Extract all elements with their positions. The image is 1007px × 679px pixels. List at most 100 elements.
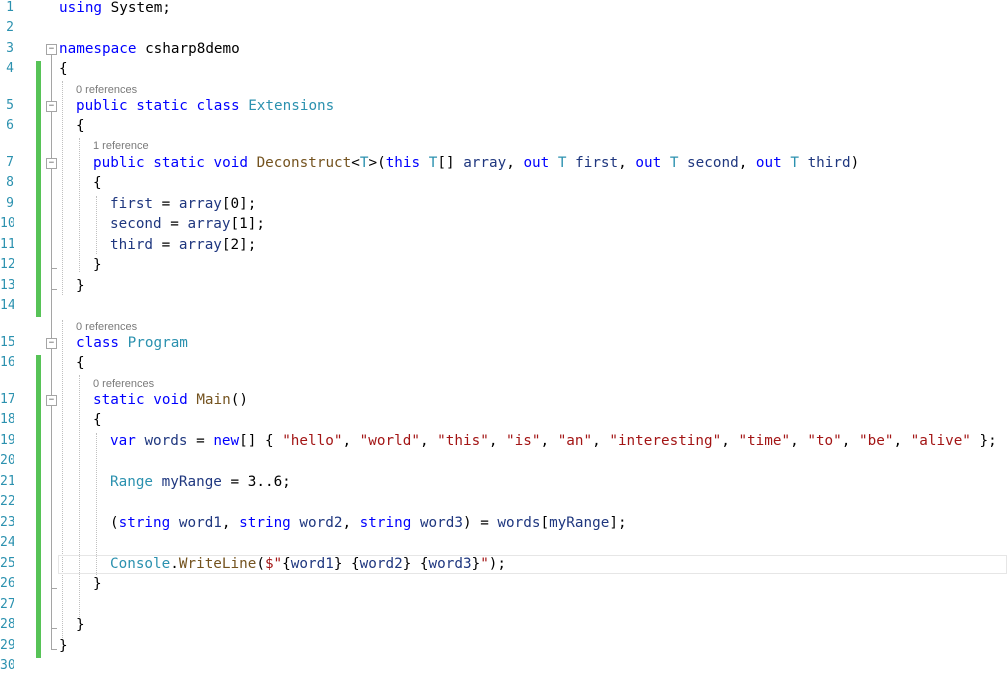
collapse-icon[interactable]: −: [46, 338, 57, 349]
code-editor[interactable]: 1 2 3 4 5 6 7 8 9 10 11 12 13 14 15 16 1…: [0, 0, 1007, 679]
string-literal: $": [264, 556, 283, 572]
code-line[interactable]: first = array[0];: [110, 194, 256, 214]
line-number: 6: [6, 118, 14, 133]
code-text: } {: [333, 556, 360, 572]
code-text: [] {: [239, 433, 283, 449]
line-number: 23: [0, 515, 14, 530]
brace: {: [93, 412, 102, 428]
code-line[interactable]: }: [59, 636, 68, 656]
collapse-icon[interactable]: −: [46, 101, 57, 112]
code-line[interactable]: {: [76, 353, 85, 373]
code-line[interactable]: third = array[2];: [110, 235, 256, 255]
code-line[interactable]: static void Main(): [93, 390, 248, 410]
indent-guide: [62, 320, 63, 640]
code-text: {: [282, 556, 291, 572]
code-lens-references[interactable]: 0 references: [76, 83, 137, 97]
code-text: ,: [592, 433, 610, 449]
line-number: 19: [0, 433, 14, 448]
change-indicator-bar: [36, 355, 41, 658]
line-number: 20: [0, 453, 14, 468]
parameter: array: [463, 155, 507, 171]
code-text: (): [230, 392, 248, 408]
parameter: third: [110, 237, 154, 253]
variable: myRange: [549, 515, 610, 531]
brace: {: [59, 61, 68, 77]
type-name: Console: [110, 556, 171, 572]
keyword: static: [136, 98, 188, 114]
line-number: 10: [0, 216, 14, 231]
change-indicator-bar: [36, 61, 41, 317]
line-number: 12: [0, 257, 14, 272]
code-lens-references[interactable]: 0 references: [93, 377, 154, 391]
code-text: System;: [102, 0, 171, 16]
code-text: (: [110, 515, 119, 531]
variable: word3: [428, 556, 472, 572]
code-line[interactable]: }: [93, 255, 102, 275]
code-text: ,: [221, 515, 240, 531]
code-line[interactable]: namespace csharp8demo: [59, 39, 240, 59]
code-line[interactable]: }: [76, 276, 85, 296]
code-line[interactable]: {: [93, 173, 102, 193]
line-number: 1: [6, 0, 14, 15]
line-number: 11: [0, 237, 14, 252]
code-line[interactable]: public static void Deconstruct< T >(this T…: [93, 153, 859, 173]
code-line[interactable]: second = array[1];: [110, 214, 265, 234]
code-text: = 3..6;: [221, 474, 291, 490]
code-line[interactable]: }: [76, 615, 85, 635]
string-literal: "interesting": [609, 433, 722, 449]
code-text: ) =: [462, 515, 498, 531]
code-line[interactable]: {: [76, 116, 85, 136]
method-name: Deconstruct: [256, 155, 352, 171]
code-line[interactable]: using System;: [59, 0, 171, 18]
type-name: T: [557, 155, 567, 171]
code-lens-references[interactable]: 0 references: [76, 320, 137, 334]
keyword: class: [76, 335, 120, 351]
keyword: static: [153, 155, 205, 171]
variable: word1: [178, 515, 222, 531]
brace: {: [76, 118, 85, 134]
collapse-icon[interactable]: −: [46, 44, 57, 55]
collapse-icon[interactable]: −: [46, 158, 57, 169]
line-number: 17: [0, 392, 14, 407]
keyword: void: [153, 392, 188, 408]
line-number: 5: [6, 98, 14, 113]
brace: }: [76, 617, 85, 633]
code-text: <: [351, 155, 360, 171]
code-line[interactable]: {: [59, 59, 68, 79]
method-name: Main: [196, 392, 231, 408]
parameter: second: [687, 155, 739, 171]
parameter: array: [187, 216, 231, 232]
code-text: };: [970, 433, 997, 449]
code-text: []: [437, 155, 464, 171]
code-text: ,: [790, 433, 808, 449]
code-text: ,: [618, 155, 636, 171]
type-name: Extensions: [248, 98, 335, 114]
code-line[interactable]: (string word1, string word2, string word…: [110, 513, 627, 533]
code-lens-references[interactable]: 1 reference: [93, 139, 149, 153]
line-number: 29: [0, 638, 14, 653]
variable: word2: [299, 515, 343, 531]
fold-end: [51, 649, 57, 650]
line-number: 22: [0, 494, 14, 509]
code-text: [0];: [221, 196, 257, 212]
namespace-name: csharp8demo: [136, 41, 240, 57]
variable: word2: [359, 556, 403, 572]
code-line[interactable]: public static class Extensions: [76, 96, 334, 116]
code-text: =: [153, 196, 179, 212]
brace: }: [59, 638, 68, 654]
code-line[interactable]: }: [93, 574, 102, 594]
code-line[interactable]: Range myRange = 3..6;: [110, 472, 291, 492]
line-number: 27: [0, 597, 14, 612]
code-line[interactable]: {: [93, 410, 102, 430]
code-line[interactable]: class Program: [76, 333, 188, 353]
code-line[interactable]: Console.WriteLine($"{word1} {word2} {wor…: [110, 554, 506, 574]
brace: }: [93, 257, 102, 273]
collapse-icon[interactable]: −: [46, 395, 57, 406]
code-line[interactable]: var words = new[] { "hello", "world", "t…: [110, 431, 997, 451]
